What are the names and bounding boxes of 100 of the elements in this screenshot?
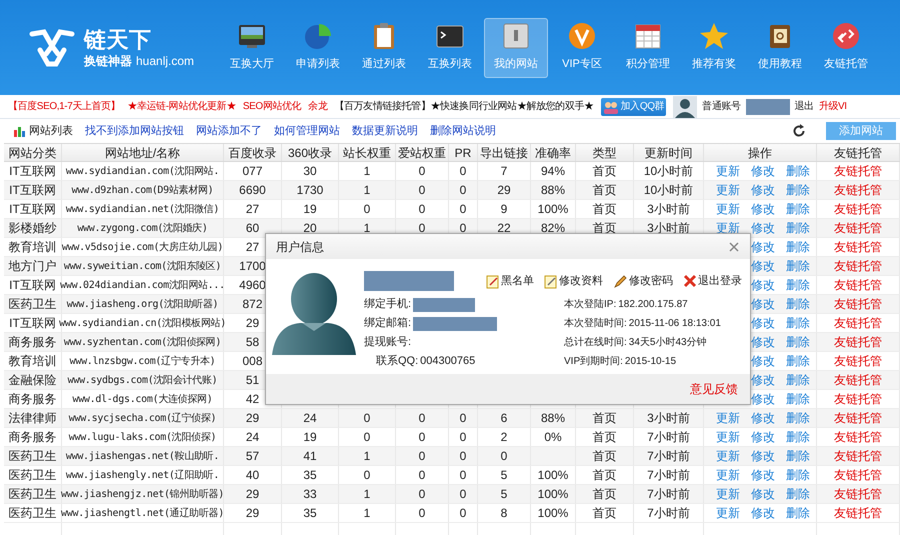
delete-link[interactable]: 删除 [786,257,810,275]
manage-link[interactable]: 友链托管 [834,447,882,465]
column-header[interactable]: 网站分类 [8,144,56,162]
delete-link[interactable]: 删除 [786,371,810,389]
edit-link[interactable]: 修改 [751,257,775,275]
edit-link[interactable]: 修改 [751,371,775,389]
column-header[interactable]: 准确率 [535,144,571,162]
dialog-action-button[interactable]: 修改资料 [544,272,603,290]
manage-link[interactable]: 友链托管 [834,238,882,256]
edit-link[interactable]: 修改 [751,428,775,446]
edit-link[interactable]: 修改 [751,409,775,427]
column-header[interactable]: 360收录 [288,144,332,162]
delete-link[interactable]: 删除 [786,200,810,218]
dialog-action-button[interactable]: 退出登录 [683,272,742,290]
edit-link[interactable]: 修改 [751,162,775,180]
nav-tab[interactable]: 我的网站 [484,18,548,78]
edit-link[interactable]: 修改 [751,276,775,294]
manage-link[interactable]: 友链托管 [834,219,882,237]
edit-link[interactable]: 修改 [751,238,775,256]
edit-link[interactable]: 修改 [751,295,775,313]
update-link[interactable]: 更新 [716,466,740,484]
manage-link[interactable]: 友链托管 [834,409,882,427]
manage-link[interactable]: 友链托管 [834,333,882,351]
delete-link[interactable]: 删除 [786,447,810,465]
update-link[interactable]: 更新 [716,181,740,199]
dialog-action-button[interactable]: 修改密码 [613,272,673,290]
manage-link[interactable]: 友链托管 [834,162,882,180]
delete-link[interactable]: 删除 [786,314,810,332]
delete-link[interactable]: 删除 [786,295,810,313]
edit-link[interactable]: 修改 [751,219,775,237]
manage-link[interactable]: 友链托管 [834,466,882,484]
delete-link[interactable]: 删除 [786,238,810,256]
manage-link[interactable]: 友链托管 [834,428,882,446]
nav-tab[interactable]: 通过列表 [352,18,416,78]
manage-link[interactable]: 友链托管 [834,352,882,370]
column-header[interactable]: 网站地址/名称 [104,144,180,162]
column-header[interactable]: 友链托管 [834,144,882,162]
delete-link[interactable]: 删除 [786,162,810,180]
manage-link[interactable]: 友链托管 [834,295,882,313]
column-header[interactable]: 百度收录 [228,144,276,162]
manage-link[interactable]: 友链托管 [834,371,882,389]
manage-link[interactable]: 友链托管 [834,390,882,408]
column-header[interactable]: 操作 [748,144,772,162]
edit-link[interactable]: 修改 [751,447,775,465]
dialog-action-button[interactable]: 黑名单 [486,272,534,290]
feedback-link[interactable]: 意见反馈 [690,380,738,398]
edit-link[interactable]: 修改 [751,314,775,332]
edit-link[interactable]: 修改 [751,390,775,408]
delete-link[interactable]: 删除 [786,333,810,351]
promo-link[interactable]: 【百度SEO,1-7天上首页】 [8,99,120,114]
delete-link[interactable]: 删除 [786,219,810,237]
help-link[interactable]: 删除网站说明 [430,122,496,140]
help-link[interactable]: 找不到添加网站按钮 [85,122,184,140]
nav-tab[interactable]: 推荐有奖 [682,18,746,78]
delete-link[interactable]: 删除 [786,390,810,408]
help-link[interactable]: 数据更新说明 [352,122,418,140]
add-site-button[interactable]: 添加网站 [826,122,896,140]
upgrade-link[interactable]: 升级VI [818,99,847,114]
delete-link[interactable]: 删除 [786,409,810,427]
update-link[interactable]: 更新 [716,409,740,427]
column-header[interactable]: 导出链接 [480,144,528,162]
refresh-icon[interactable] [792,124,806,138]
promo-link[interactable]: 【百万友情链接托管】★快速换同行业网站★解放您的双手★ [334,99,594,114]
manage-link[interactable]: 友链托管 [834,181,882,199]
nav-tab[interactable]: 积分管理 [616,18,680,78]
update-link[interactable]: 更新 [716,504,740,522]
delete-link[interactable]: 删除 [786,352,810,370]
manage-link[interactable]: 友链托管 [834,314,882,332]
manage-link[interactable]: 友链托管 [834,200,882,218]
update-link[interactable]: 更新 [716,200,740,218]
nav-tab[interactable]: 使用教程 [748,18,812,78]
manage-link[interactable]: 友链托管 [834,276,882,294]
delete-link[interactable]: 删除 [786,428,810,446]
update-link[interactable]: 更新 [716,162,740,180]
nav-tab[interactable]: 互换大厅 [220,18,284,78]
edit-link[interactable]: 修改 [751,333,775,351]
manage-link[interactable]: 友链托管 [834,504,882,522]
column-header[interactable]: 站长权重 [343,144,391,162]
update-link[interactable]: 更新 [716,447,740,465]
delete-link[interactable]: 删除 [786,181,810,199]
update-link[interactable]: 更新 [716,485,740,503]
update-link[interactable]: 更新 [716,428,740,446]
edit-link[interactable]: 修改 [751,485,775,503]
delete-link[interactable]: 删除 [786,466,810,484]
nav-tab[interactable]: VIP专区 [550,18,614,78]
delete-link[interactable]: 删除 [786,504,810,522]
column-header[interactable]: PR [454,144,472,162]
column-header[interactable]: 类型 [592,144,616,162]
qq-group-button[interactable]: 加入QQ群 [600,98,666,116]
close-button[interactable] [728,240,740,252]
help-link[interactable]: 网站添加不了 [196,122,262,140]
edit-link[interactable]: 修改 [751,200,775,218]
delete-link[interactable]: 删除 [786,485,810,503]
promo-link[interactable]: 余龙 [308,99,328,114]
edit-link[interactable]: 修改 [751,352,775,370]
manage-link[interactable]: 友链托管 [834,257,882,275]
nav-tab[interactable]: 友链托管 [814,18,878,78]
promo-link[interactable]: ★幸运链-网站优化更新★ [127,99,236,114]
nav-tab[interactable]: 互换列表 [418,18,482,78]
edit-link[interactable]: 修改 [751,504,775,522]
